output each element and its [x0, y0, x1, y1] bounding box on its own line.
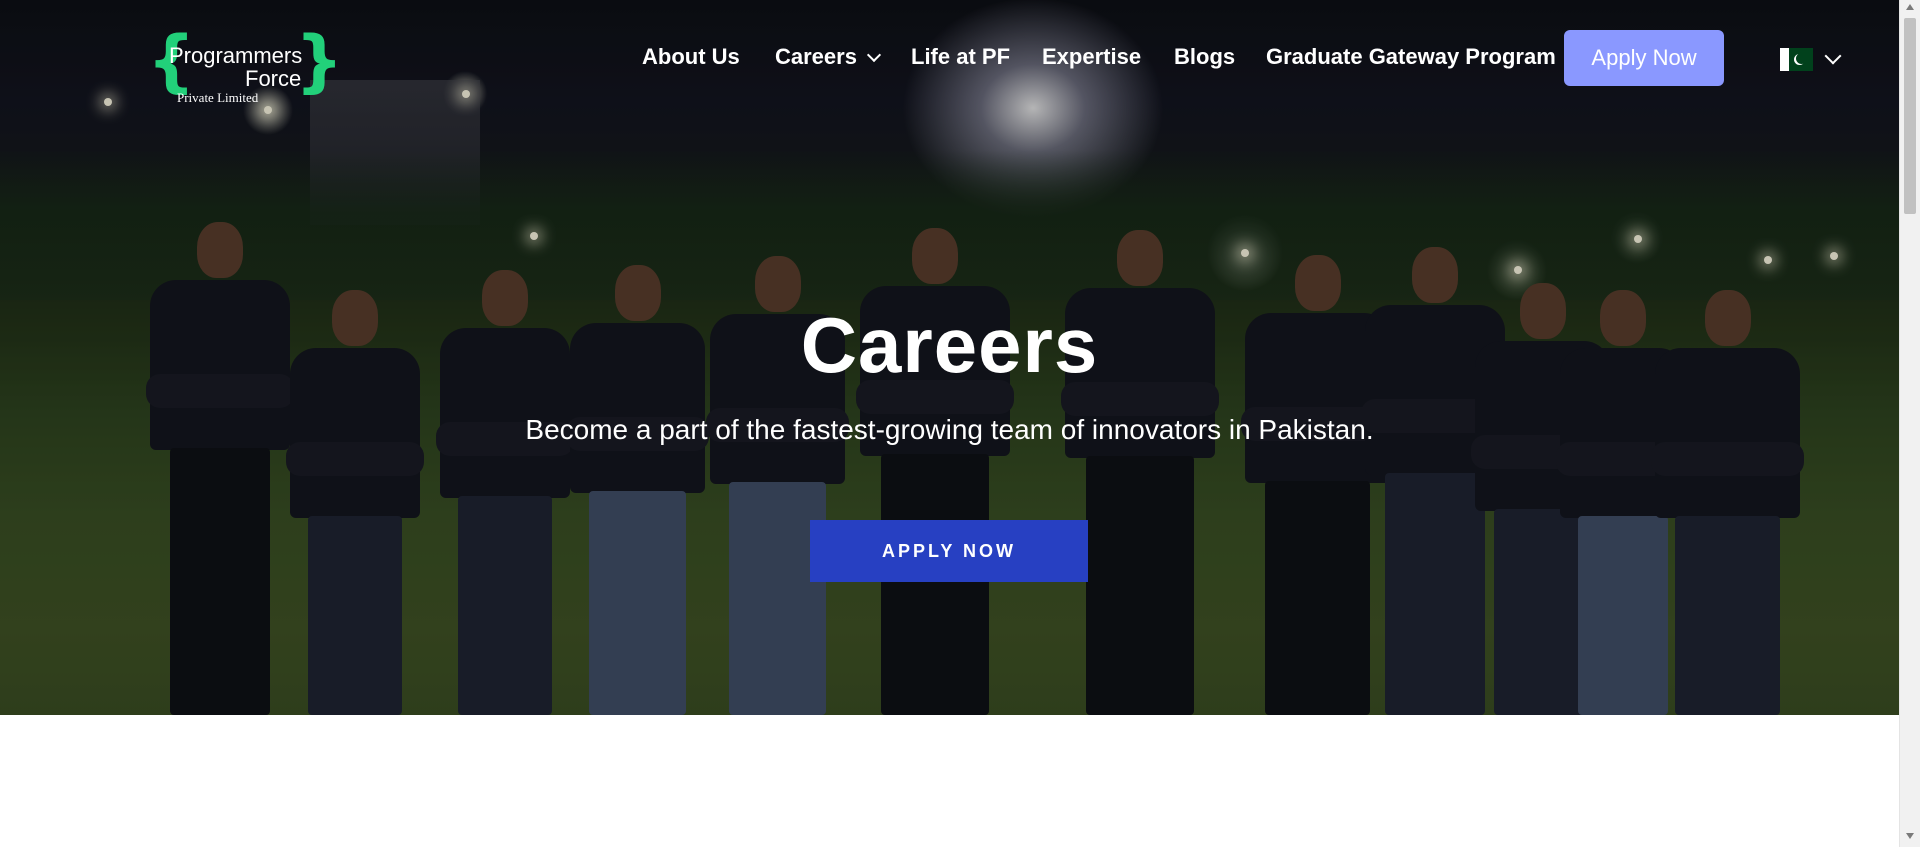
flag-crescent: [1796, 53, 1807, 64]
page-viewport: { Programmers Force Private Limited } Ab…: [0, 0, 1899, 847]
nav-life-at-pf[interactable]: Life at PF: [911, 42, 1010, 72]
scrollbar-thumb[interactable]: [1904, 18, 1916, 214]
logo-text-line2: Force: [245, 66, 302, 91]
company-logo[interactable]: { Programmers Force Private Limited }: [147, 22, 343, 105]
hero-subtitle: Become a part of the fastest-growing tea…: [525, 414, 1374, 445]
pakistan-flag-icon[interactable]: [1780, 48, 1813, 71]
nav-apply-now-button[interactable]: Apply Now: [1564, 30, 1724, 86]
hero-title: Careers: [800, 301, 1099, 389]
nav-careers[interactable]: Careers: [775, 42, 882, 72]
nav-graduate-gateway-program[interactable]: Graduate Gateway Program: [1266, 42, 1556, 72]
logo-brace-right: }: [295, 22, 344, 101]
nav-about-us[interactable]: About Us: [642, 42, 740, 72]
chevron-down-icon: [866, 47, 882, 63]
hero-apply-now-button[interactable]: APPLY NOW: [810, 520, 1088, 582]
nav-expertise[interactable]: Expertise: [1042, 42, 1141, 72]
nav-careers-label: Careers: [775, 44, 857, 69]
logo-text-line3: Private Limited: [177, 90, 259, 105]
scroll-down-arrow-icon[interactable]: [1906, 833, 1914, 839]
scroll-up-arrow-icon[interactable]: [1906, 4, 1914, 10]
flag-white-band: [1780, 48, 1789, 71]
vertical-scrollbar[interactable]: [1899, 0, 1920, 847]
nav-blogs[interactable]: Blogs: [1174, 42, 1235, 72]
hero-section: { Programmers Force Private Limited } Ab…: [0, 0, 1899, 715]
